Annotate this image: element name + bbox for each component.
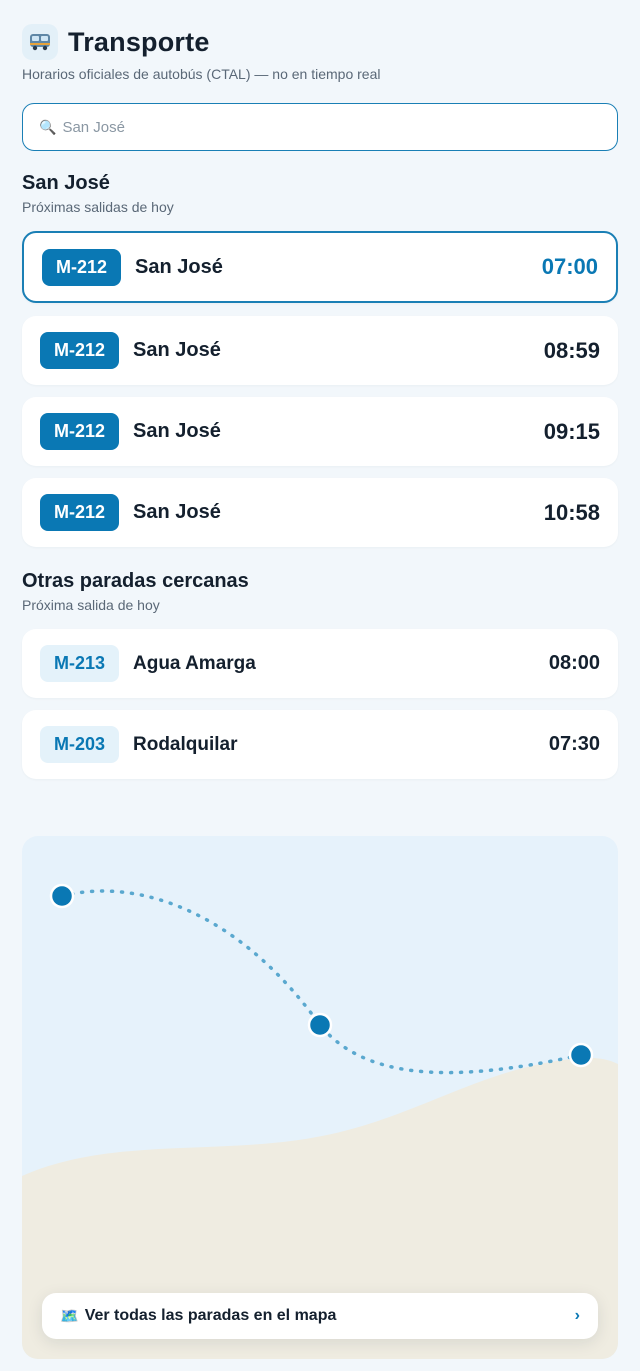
destination-label: San José	[133, 420, 221, 442]
destination-label: Rodalquilar	[133, 733, 238, 755]
route-map[interactable]: 🗺️ Ver todas las paradas en el mapa ›	[22, 836, 618, 1359]
departure-row[interactable]: M-212 San José 07:00	[22, 231, 618, 303]
destination-label: San José	[135, 255, 223, 278]
departure-time: 07:00	[541, 254, 598, 279]
section-subtitle: Próximas salidas de hoy	[22, 199, 174, 215]
departure-time: 08:59	[543, 337, 600, 363]
section-title: San José	[22, 172, 110, 194]
destination-label: San José	[133, 339, 221, 361]
search-icon: 🔍	[39, 118, 57, 135]
destination-label: San José	[133, 501, 221, 523]
route-badge: M-203	[40, 726, 119, 763]
view-all-stops-button[interactable]: 🗺️ Ver todas las paradas en el mapa ›	[42, 1293, 598, 1339]
departure-row[interactable]: M-212 San José 09:15	[22, 397, 618, 466]
departure-list: M-212 San José 07:00 M-212 San José 08:5…	[22, 231, 618, 547]
page: Transporte Horarios oficiales de autobús…	[0, 24, 640, 1371]
section-subtitle: Próxima salida de hoy	[22, 597, 160, 613]
nearby-stop-row[interactable]: M-213 Agua Amarga 08:00	[22, 629, 618, 698]
departure-row[interactable]: M-212 San José 10:58	[22, 478, 618, 547]
bus-icon	[22, 24, 58, 60]
departure-time: 07:30	[548, 733, 600, 755]
current-stop-section: San José Próximas salidas de hoy	[22, 172, 618, 215]
destination-label: Agua Amarga	[133, 652, 256, 674]
search-field[interactable]: 🔍	[22, 103, 618, 151]
nearby-section: Otras paradas cercanas Próxima salida de…	[22, 570, 618, 613]
map-icon: 🗺️	[60, 1308, 79, 1325]
route-badge: M-212	[40, 494, 119, 531]
nearby-stop-row[interactable]: M-203 Rodalquilar 07:30	[22, 710, 618, 779]
route-badge: M-212	[42, 248, 121, 286]
route-badge: M-212	[40, 332, 119, 369]
route-badge: M-212	[40, 413, 119, 450]
departure-time: 09:15	[543, 418, 600, 444]
stop-marker	[307, 1012, 333, 1038]
page-subtitle: Horarios oficiales de autobús (CTAL) — n…	[22, 66, 381, 82]
departure-time: 08:00	[548, 652, 600, 674]
view-all-stops-label: Ver todas las paradas en el mapa	[84, 1307, 337, 1324]
route-line	[60, 889, 583, 1075]
header: Transporte	[22, 24, 618, 60]
departure-row[interactable]: M-212 San José 08:59	[22, 316, 618, 385]
route-badge: M-213	[40, 645, 119, 682]
nearby-list: M-213 Agua Amarga 08:00 M-203 Rodalquila…	[22, 629, 618, 779]
stop-marker	[568, 1042, 594, 1068]
map-canvas	[22, 883, 618, 1359]
stop-marker	[49, 883, 75, 909]
departure-time: 10:58	[543, 499, 600, 525]
section-title: Otras paradas cercanas	[22, 570, 249, 592]
chevron-right-icon: ›	[574, 1307, 580, 1324]
search-input[interactable]	[62, 118, 617, 136]
page-title: Transporte	[68, 26, 210, 57]
